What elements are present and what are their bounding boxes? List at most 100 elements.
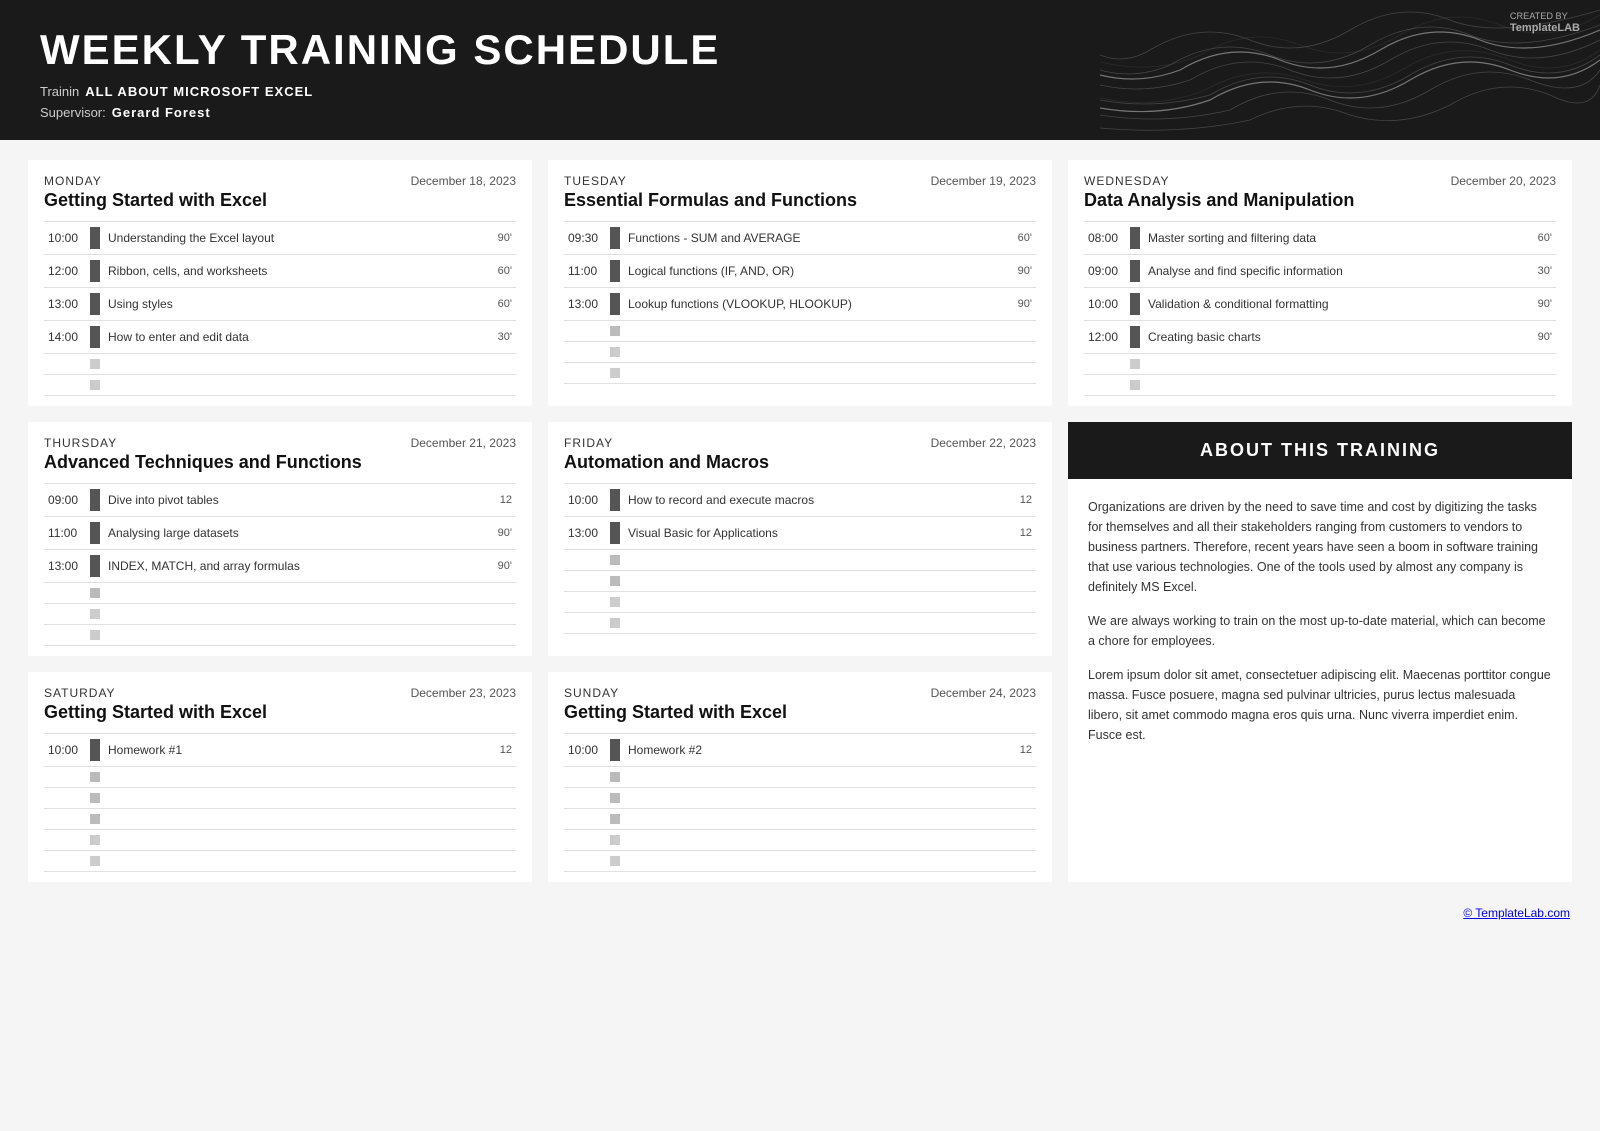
session-dur-empty [1008,830,1036,851]
day-title-sunday: Getting Started with Excel [564,702,1036,723]
session-time: 12:00 [1084,321,1126,354]
day-card-tuesday: TUESDAY December 19, 2023 Essential Form… [548,160,1052,406]
about-card: ABOUT THIS TRAINING Organizations are dr… [1068,422,1572,882]
session-bar [606,571,624,592]
footer-link[interactable]: © TemplateLab.com [1463,906,1570,920]
session-desc: INDEX, MATCH, and array formulas [104,550,488,583]
session-dur-empty [1528,375,1556,396]
session-time: 14:00 [44,321,86,354]
day-header-thursday: THURSDAY December 21, 2023 [44,436,516,450]
session-time-empty [44,354,86,375]
day-name-saturday: SATURDAY [44,686,116,700]
session-duration [1008,809,1036,830]
day-name-wednesday: WEDNESDAY [1084,174,1169,188]
day-header-wednesday: WEDNESDAY December 20, 2023 [1084,174,1556,188]
session-time-empty [564,851,606,872]
session-duration: 12 [488,484,516,517]
session-bar-empty [606,342,624,363]
session-bar-empty [1126,354,1144,375]
session-duration: 90' [1528,321,1556,354]
session-bar-empty [1126,375,1144,396]
day-date-saturday: December 23, 2023 [411,686,516,700]
day-date-monday: December 18, 2023 [411,174,516,188]
training-value: ALL ABOUT MICROSOFT EXCEL [85,84,313,99]
session-bar [606,550,624,571]
session-duration [1008,767,1036,788]
day-name-thursday: THURSDAY [44,436,117,450]
session-desc [104,788,488,809]
day-name-friday: FRIDAY [564,436,613,450]
session-desc-empty [624,363,1008,384]
session-time: 10:00 [44,222,86,255]
session-desc-empty [104,851,488,872]
day-name-tuesday: TUESDAY [564,174,627,188]
session-duration: 60' [1008,222,1036,255]
page-footer[interactable]: © TemplateLab.com [0,898,1600,928]
session-duration: 12 [488,734,516,767]
session-time-empty [564,613,606,634]
session-duration: 12 [1008,734,1036,767]
session-desc [104,767,488,788]
session-time [564,571,606,592]
session-desc: Analyse and find specific information [1144,255,1528,288]
session-dur-empty [488,830,516,851]
session-time [44,767,86,788]
session-time-empty [564,342,606,363]
session-time [564,321,606,342]
session-bar-empty [606,613,624,634]
session-time: 13:00 [564,288,606,321]
session-bar [606,788,624,809]
session-time-empty [1084,375,1126,396]
day-header-tuesday: TUESDAY December 19, 2023 [564,174,1036,188]
session-bar [86,484,104,517]
session-time-empty [564,830,606,851]
session-time-empty [44,830,86,851]
schedule-table-wednesday: 08:00 Master sorting and filtering data … [1084,221,1556,396]
session-duration: 30' [1528,255,1556,288]
session-desc [624,550,1008,571]
session-dur-empty [488,354,516,375]
session-bar [86,734,104,767]
about-paragraph: Lorem ipsum dolor sit amet, consectetuer… [1088,665,1552,745]
session-desc: How to enter and edit data [104,321,488,354]
session-desc [624,788,1008,809]
schedule-table-thursday: 09:00 Dive into pivot tables 12 11:00 An… [44,483,516,646]
session-duration [1008,571,1036,592]
session-dur-empty [1008,592,1036,613]
session-time: 10:00 [1084,288,1126,321]
session-bar [86,809,104,830]
session-time: 10:00 [564,734,606,767]
session-dur-empty [488,604,516,625]
day-title-friday: Automation and Macros [564,452,1036,473]
session-bar [1126,222,1144,255]
session-bar [606,517,624,550]
session-desc-empty [104,830,488,851]
session-dur-empty [488,375,516,396]
day-title-thursday: Advanced Techniques and Functions [44,452,516,473]
session-duration: 90' [488,550,516,583]
session-desc: Visual Basic for Applications [624,517,1008,550]
session-bar-empty [606,592,624,613]
session-time: 10:00 [564,484,606,517]
session-bar-empty [86,604,104,625]
session-time: 08:00 [1084,222,1126,255]
page-header: WEEKLY TRAINING SCHEDULE Trainin ALL ABO… [0,0,1600,140]
day-title-wednesday: Data Analysis and Manipulation [1084,190,1556,211]
session-dur-empty [488,625,516,646]
session-bar [606,809,624,830]
session-time [564,788,606,809]
session-bar [86,788,104,809]
session-time-empty [1084,354,1126,375]
session-duration: 12 [1008,517,1036,550]
session-duration: 12 [1008,484,1036,517]
session-duration [1008,788,1036,809]
session-dur-empty [1008,613,1036,634]
session-time-empty [44,375,86,396]
session-bar [86,288,104,321]
session-duration: 90' [488,222,516,255]
session-duration: 60' [488,288,516,321]
session-desc: Understanding the Excel layout [104,222,488,255]
session-duration [488,583,516,604]
session-time: 13:00 [564,517,606,550]
session-desc: Dive into pivot tables [104,484,488,517]
